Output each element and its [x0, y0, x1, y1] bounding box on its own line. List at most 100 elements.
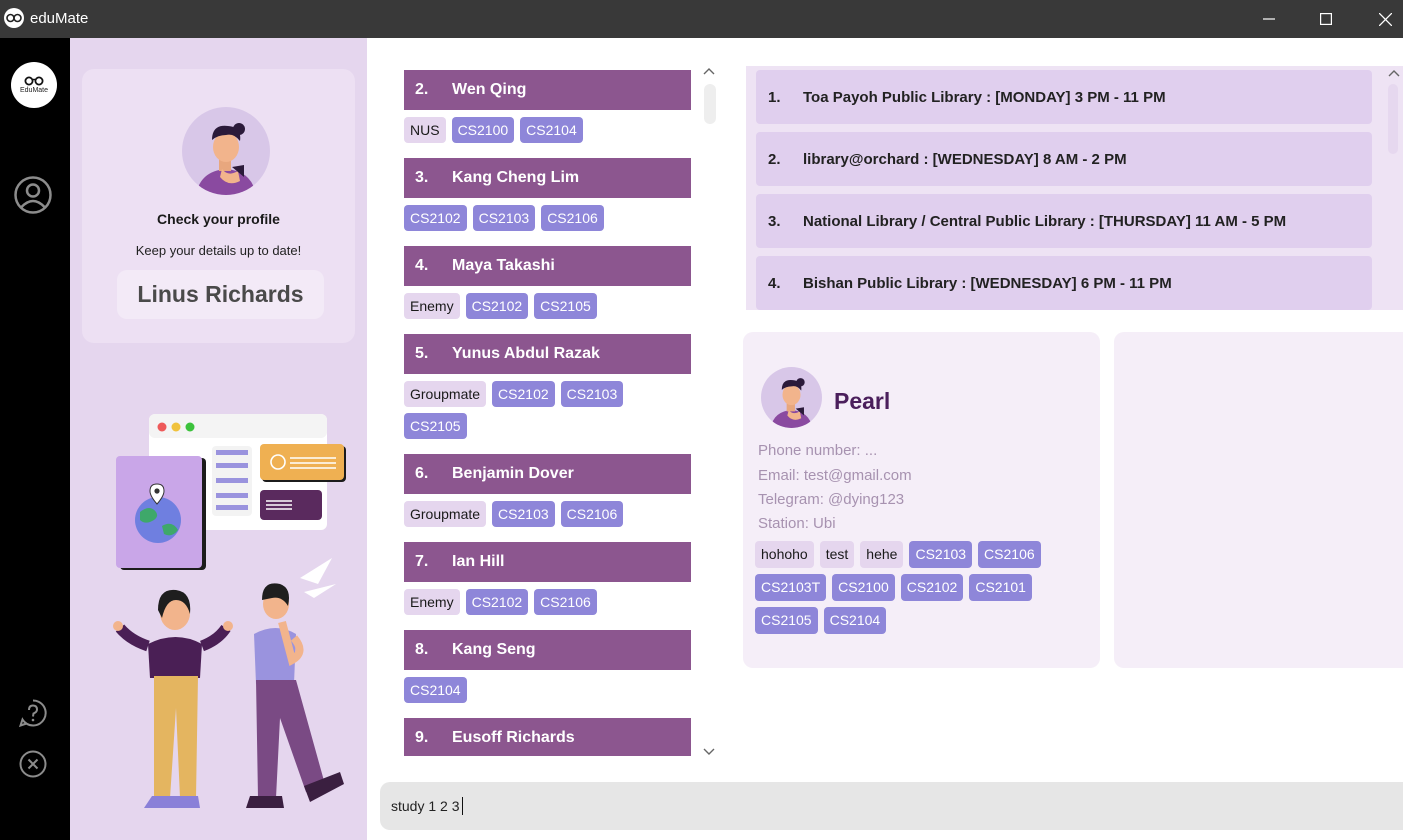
- module-tag: CS2104: [823, 607, 887, 634]
- study-scroll-up-icon[interactable]: [1387, 68, 1401, 78]
- module-tag: CS2100: [451, 117, 515, 143]
- module-tag: CS2106: [560, 501, 624, 527]
- contact-name: Kang Seng: [452, 641, 536, 658]
- app-logo-icon: [4, 8, 24, 28]
- help-button[interactable]: [13, 693, 53, 733]
- module-tag: CS2105: [755, 607, 818, 634]
- study-list-scrollbar[interactable]: [1385, 66, 1403, 310]
- contact-header[interactable]: 2. Wen Qing: [404, 70, 691, 110]
- person-name: Pearl: [834, 388, 891, 414]
- scroll-down-icon[interactable]: [702, 747, 716, 757]
- contact-header[interactable]: 5. Yunus Abdul Razak: [404, 334, 691, 374]
- contact-tags: Enemy CS2102 CS2106: [404, 582, 691, 621]
- module-tag: CS2105: [404, 413, 467, 439]
- study-scrollbar-thumb[interactable]: [1388, 84, 1398, 154]
- study-spot-text: Toa Payoh Public Library : [MONDAY] 3 PM…: [803, 88, 1166, 106]
- command-input-text: study 1 2 3: [391, 798, 460, 814]
- contact-header[interactable]: 3. Kang Cheng Lim: [404, 158, 691, 198]
- scroll-up-icon[interactable]: [702, 66, 716, 76]
- exit-button[interactable]: [13, 744, 53, 784]
- list-item[interactable]: 6. Benjamin Dover Groupmate CS2103 CS2106: [404, 454, 691, 533]
- list-item[interactable]: 5. Yunus Abdul Razak Groupmate CS2102 CS2103…: [404, 334, 691, 445]
- study-spot-list[interactable]: 4. Bishan Public Library : [WEDNESDAY] 6 …: [746, 66, 1403, 310]
- label-tag: Groupmate: [404, 501, 487, 527]
- list-item[interactable]: 9. Eusoff Richards: [404, 718, 691, 756]
- label-tag: hohoho: [755, 541, 814, 568]
- edumate-logo[interactable]: EduMate: [11, 62, 57, 108]
- label-tag: Enemy: [404, 293, 460, 319]
- module-tag: CS2100: [832, 574, 895, 601]
- module-tag: CS2106: [541, 205, 604, 231]
- window-title: eduMate: [30, 10, 89, 27]
- command-input[interactable]: study 1 2 3: [380, 782, 1403, 830]
- contact-tags: Groupmate CS2103 CS2106: [404, 494, 691, 533]
- study-spot-index: 1.: [768, 88, 781, 106]
- profile-button[interactable]: [13, 175, 53, 215]
- module-tag: CS2103: [909, 541, 973, 568]
- contact-name: Benjamin Dover: [452, 465, 574, 482]
- list-item[interactable]: 3. Kang Cheng Lim CS2102 CS2103 CS2106: [404, 158, 691, 237]
- module-tag: CS2105: [534, 293, 597, 319]
- contact-name: Ian Hill: [452, 553, 505, 570]
- contact-name: Wen Qing: [452, 81, 527, 98]
- label-tag: Groupmate: [404, 381, 487, 407]
- logo-text: EduMate: [19, 87, 49, 94]
- close-window-button[interactable]: [1356, 0, 1403, 38]
- contact-tags: CS2104: [404, 670, 691, 709]
- module-tag: CS2102: [465, 293, 529, 319]
- module-tag: CS2103T: [755, 574, 827, 601]
- contact-header[interactable]: 4. Maya Takashi: [404, 246, 691, 286]
- module-tag: CS2103: [492, 501, 555, 527]
- contact-name: Eusoff Richards: [452, 729, 575, 746]
- left-panel: Check your profile Keep your details up …: [70, 38, 367, 840]
- study-spot-item[interactable]: 3. National Library / Central Public Libr…: [756, 194, 1372, 248]
- profile-card[interactable]: Check your profile Keep your details up …: [82, 69, 355, 343]
- list-item[interactable]: 8. Kang Seng CS2104: [404, 630, 691, 709]
- contact-header[interactable]: 7. Ian Hill: [404, 542, 691, 582]
- list-item[interactable]: 2. Wen Qing NUS CS2100 CS2104: [404, 70, 691, 149]
- exit-icon: [19, 750, 47, 778]
- person-tags: hohoho test hehe CS2103 CS2106 CS2103T CS2100 C…: [755, 541, 1075, 640]
- module-tag: CS2102: [404, 205, 467, 231]
- contact-list-panel: 2. Wen Qing NUS CS2100 CS2104 3. Kang Cheng Li…: [380, 51, 719, 767]
- contact-header[interactable]: 8. Kang Seng: [404, 630, 691, 670]
- glasses-icon: [24, 76, 44, 86]
- module-tag: CS2102: [492, 381, 555, 407]
- contact-tags: Groupmate CS2102 CS2103 CS2105: [404, 374, 691, 445]
- person-email: Email: test@gmail.com: [758, 467, 912, 484]
- contact-list[interactable]: 2. Wen Qing NUS CS2100 CS2104 3. Kang Cheng Li…: [404, 70, 691, 756]
- list-item[interactable]: 4. Maya Takashi Enemy CS2102 CS2105: [404, 246, 691, 325]
- contact-index: 5.: [415, 345, 429, 362]
- module-tag: CS2104: [404, 677, 467, 703]
- user-avatar-illustration: [196, 123, 256, 195]
- list-scrollbar-thumb[interactable]: [704, 84, 716, 124]
- study-spot-text: National Library / Central Public Librar…: [803, 212, 1287, 230]
- person-phone: Phone number: ...: [758, 442, 878, 459]
- module-tag: CS2102: [465, 589, 529, 615]
- study-spot-index: 2.: [768, 150, 781, 168]
- contact-header[interactable]: 6. Benjamin Dover: [404, 454, 691, 494]
- contact-tags: Enemy CS2102 CS2105: [404, 286, 691, 325]
- title-bar: eduMate: [0, 0, 1403, 38]
- sidebar: EduMate: [0, 38, 70, 840]
- contact-index: 4.: [415, 257, 429, 274]
- list-item[interactable]: 7. Ian Hill Enemy CS2102 CS2106: [404, 542, 691, 621]
- study-spot-index: 4.: [768, 274, 781, 292]
- study-spot-item[interactable]: 4. Bishan Public Library : [WEDNESDAY] 6 …: [756, 256, 1372, 310]
- contact-name: Kang Cheng Lim: [452, 169, 580, 186]
- profile-name: Linus Richards: [117, 270, 324, 319]
- profile-card-title: Check your profile: [157, 211, 280, 227]
- study-spot-item[interactable]: 2. library@orchard : [WEDNESDAY] 8 AM - 2…: [756, 132, 1372, 186]
- minimize-button[interactable]: [1240, 0, 1298, 38]
- module-tag: CS2103: [560, 381, 624, 407]
- study-spot-item[interactable]: 1. Toa Payoh Public Library : [MONDAY] 3 …: [756, 70, 1372, 124]
- maximize-button[interactable]: [1297, 0, 1355, 38]
- profile-icon: [14, 176, 52, 214]
- contact-header[interactable]: 9. Eusoff Richards: [404, 718, 691, 756]
- module-tag: CS2106: [978, 541, 1041, 568]
- contact-index: 9.: [415, 729, 429, 746]
- label-tag: hehe: [860, 541, 904, 568]
- person-station: Station: Ubi: [758, 515, 836, 532]
- label-tag: Enemy: [404, 589, 460, 615]
- contact-index: 8.: [415, 641, 429, 658]
